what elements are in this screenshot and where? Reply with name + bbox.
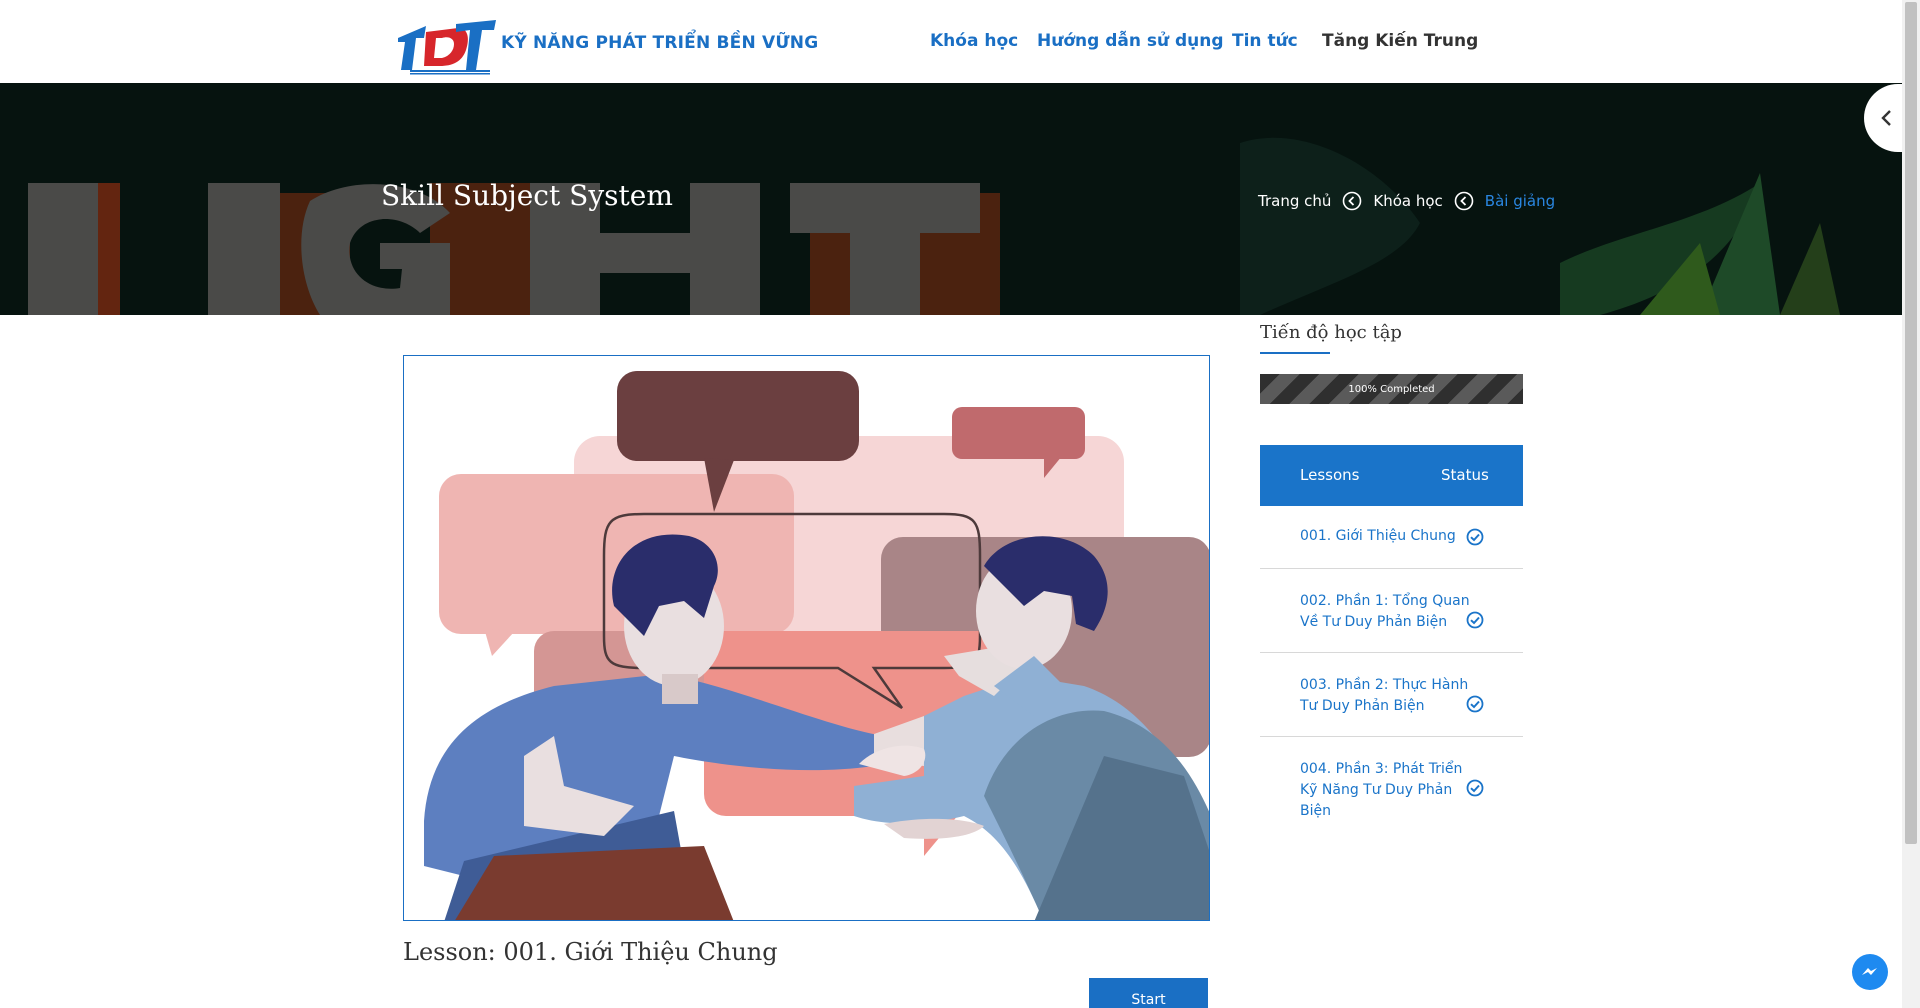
chevron-left-icon <box>1881 110 1891 126</box>
top-header: KỸ NĂNG PHÁT TRIỂN BỀN VỮNG Khóa học Hướ… <box>0 0 1902 83</box>
lesson-row[interactable]: 003. Phần 2: Thực Hành Tư Duy Phản Biện <box>1260 653 1523 737</box>
hero-background-image <box>0 83 1902 315</box>
nav-news[interactable]: Tin tức <box>1232 31 1298 51</box>
column-header-lessons: Lessons <box>1300 466 1360 484</box>
progress-bar: 100% Completed <box>1260 374 1523 404</box>
nav-user-name[interactable]: Tăng Kiến Trung <box>1322 31 1478 51</box>
check-circle-icon <box>1466 779 1484 797</box>
breadcrumb-courses[interactable]: Khóa học <box>1373 192 1442 210</box>
lesson-name[interactable]: 004. Phần 3: Phát Triển Kỹ Năng Tư Duy P… <box>1300 759 1480 822</box>
start-button[interactable]: Start <box>1089 978 1208 1008</box>
check-circle-icon <box>1466 528 1484 546</box>
lesson-title: Lesson: 001. Giới Thiệu Chung <box>403 938 778 966</box>
brand-name[interactable]: KỸ NĂNG PHÁT TRIỂN BỀN VỮNG <box>501 33 818 53</box>
breadcrumb-separator-icon <box>1341 190 1363 212</box>
page-title: Skill Subject System <box>381 179 673 212</box>
lessons-table-header: Lessons Status <box>1260 445 1523 506</box>
messenger-chat-button[interactable] <box>1852 954 1888 990</box>
check-circle-icon <box>1466 611 1484 629</box>
lesson-row[interactable]: 002. Phần 1: Tổng Quan Về Tư Duy Phản Bi… <box>1260 569 1523 653</box>
column-header-status: Status <box>1441 466 1489 484</box>
breadcrumb-separator-icon <box>1453 190 1475 212</box>
check-circle-icon <box>1466 695 1484 713</box>
lesson-name[interactable]: 002. Phần 1: Tổng Quan Về Tư Duy Phản Bi… <box>1300 591 1480 633</box>
lesson-name[interactable]: 001. Giới Thiệu Chung <box>1300 526 1480 547</box>
nav-user-guide[interactable]: Hướng dẫn sử dụng <box>1037 31 1224 51</box>
page-scrollbar[interactable] <box>1902 0 1920 1008</box>
lesson-row[interactable]: 004. Phần 3: Phát Triển Kỹ Năng Tư Duy P… <box>1260 737 1523 821</box>
lesson-name[interactable]: 003. Phần 2: Thực Hành Tư Duy Phản Biện <box>1300 675 1480 717</box>
scrollbar-thumb[interactable] <box>1905 2 1917 844</box>
progress-title-underline <box>1260 352 1330 354</box>
progress-title: Tiến độ học tập <box>1260 322 1402 343</box>
progress-label: 100% Completed <box>1348 383 1435 395</box>
hero-banner: Skill Subject System Trang chủ Khóa học … <box>0 83 1902 315</box>
lesson-media[interactable] <box>403 355 1210 921</box>
breadcrumb-home[interactable]: Trang chủ <box>1258 192 1331 210</box>
breadcrumb-lectures[interactable]: Bài giảng <box>1485 192 1555 210</box>
lesson-illustration <box>404 356 1209 920</box>
logo[interactable] <box>396 18 498 76</box>
lesson-row[interactable]: 001. Giới Thiệu Chung <box>1260 506 1523 569</box>
messenger-icon <box>1862 968 1877 975</box>
breadcrumb: Trang chủ Khóa học Bài giảng <box>1258 190 1555 212</box>
nav-courses[interactable]: Khóa học <box>930 31 1018 51</box>
